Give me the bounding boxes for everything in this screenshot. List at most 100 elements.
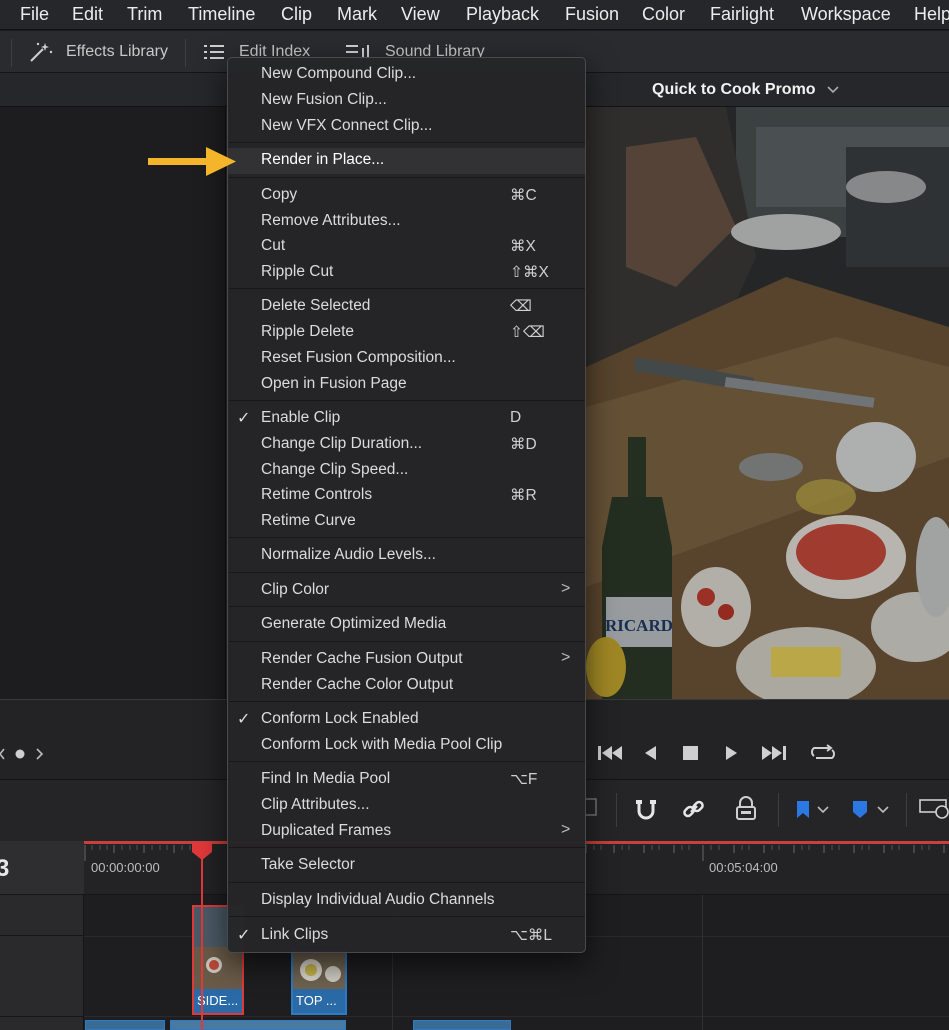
menu-fairlight[interactable]: Fairlight — [710, 4, 774, 25]
menu-item-label: Render Cache Color Output — [261, 676, 454, 693]
menu-item-ripple-delete[interactable]: Ripple Delete ⇧⌫ — [228, 320, 585, 346]
menu-separator — [229, 882, 585, 883]
menu-item-shortcut: ⇧⌘X — [510, 264, 549, 281]
menu-item-cut[interactable]: Cut ⌘X — [228, 234, 585, 260]
menu-item-render-in-place[interactable]: Render in Place... — [228, 148, 585, 174]
menu-item-conform-lock-with-media-pool-clip[interactable]: Conform Lock with Media Pool Clip — [228, 733, 585, 759]
menu-item-shortcut: ⌫ — [510, 298, 532, 315]
checkmark-icon: ✓ — [237, 927, 251, 944]
menu-separator — [229, 400, 585, 401]
menu-item-change-clip-duration[interactable]: Change Clip Duration... ⌘D — [228, 432, 585, 458]
menu-separator — [229, 142, 585, 143]
toolbar-divider — [906, 793, 907, 827]
timeline-selector[interactable]: Quick to Cook Promo — [652, 81, 840, 99]
menu-playback[interactable]: Playback — [466, 4, 539, 25]
menu-item-display-individual-audio-channels[interactable]: Display Individual Audio Channels — [228, 888, 585, 914]
jump-to-end-icon[interactable] — [760, 742, 788, 764]
menu-item-open-in-fusion-page[interactable]: Open in Fusion Page — [228, 372, 585, 398]
menu-item-render-cache-fusion-output[interactable]: Render Cache Fusion Output > — [228, 647, 585, 673]
menu-trim[interactable]: Trim — [127, 4, 162, 25]
menu-item-clip-attributes[interactable]: Clip Attributes... — [228, 793, 585, 819]
menu-separator — [229, 606, 585, 607]
menu-item-take-selector[interactable]: Take Selector — [228, 853, 585, 879]
menu-separator — [229, 572, 585, 573]
track-divider — [0, 935, 84, 936]
checkmark-icon: ✓ — [237, 410, 251, 427]
menu-file[interactable]: File — [20, 4, 49, 25]
menu-help[interactable]: Help — [914, 4, 949, 25]
menu-item-render-cache-color-output[interactable]: Render Cache Color Output — [228, 673, 585, 699]
menu-item-new-fusion-clip[interactable]: New Fusion Clip... — [228, 88, 585, 114]
zoom-icon[interactable] — [918, 796, 949, 822]
menu-clip[interactable]: Clip — [281, 4, 312, 25]
stop-icon[interactable] — [680, 742, 702, 764]
menu-item-new-compound-clip[interactable]: New Compound Clip... — [228, 62, 585, 88]
track-label: 3 — [0, 855, 10, 882]
menu-item-retime-curve[interactable]: Retime Curve — [228, 509, 585, 535]
menu-item-normalize-audio-levels[interactable]: Normalize Audio Levels... — [228, 543, 585, 569]
menu-item-label: Clip Attributes... — [261, 796, 370, 813]
timecode-mid: 00:05:04:00 — [709, 860, 778, 875]
toolbar-divider — [185, 39, 186, 67]
menu-item-shortcut: D — [510, 409, 522, 426]
viewer-frame[interactable]: RICARD — [586, 107, 949, 699]
menu-item-conform-lock-enabled[interactable]: ✓ Conform Lock Enabled — [228, 707, 585, 733]
menu-item-shortcut: ⌘X — [510, 238, 536, 255]
effects-library-button[interactable]: Effects Library — [28, 40, 168, 64]
menu-item-label: Open in Fusion Page — [261, 375, 407, 392]
menu-item-label: Ripple Cut — [261, 263, 334, 280]
menu-item-ripple-cut[interactable]: Ripple Cut ⇧⌘X — [228, 260, 585, 286]
menu-mark[interactable]: Mark — [337, 4, 377, 25]
marker-icon[interactable] — [850, 798, 896, 822]
menu-bar: File Edit Trim Timeline Clip Mark View P… — [0, 0, 949, 30]
menu-fusion[interactable]: Fusion — [565, 4, 619, 25]
video-frame-image: RICARD — [586, 107, 949, 699]
playhead-line[interactable] — [201, 851, 203, 1030]
toolbar-divider — [616, 793, 617, 827]
menu-view[interactable]: View — [401, 4, 440, 25]
magic-wand-icon — [30, 42, 53, 62]
menu-edit[interactable]: Edit — [72, 4, 103, 25]
menu-item-link-clips[interactable]: ✓ Link Clips ⌥⌘L — [228, 923, 585, 949]
timeline-clip-top[interactable]: TOP ... — [291, 950, 347, 1015]
timeline-clip[interactable] — [170, 1020, 346, 1030]
clip-navigation[interactable] — [0, 745, 48, 768]
position-lock-icon[interactable] — [732, 796, 760, 822]
menu-item-duplicated-frames[interactable]: Duplicated Frames > — [228, 819, 585, 845]
menu-item-change-clip-speed[interactable]: Change Clip Speed... — [228, 458, 585, 484]
submenu-arrow-icon: > — [561, 821, 571, 838]
toolbar-divider — [11, 39, 12, 67]
flag-marker-icon[interactable] — [794, 798, 836, 822]
menu-item-copy[interactable]: Copy ⌘C — [228, 183, 585, 209]
menu-color[interactable]: Color — [642, 4, 685, 25]
menu-item-retime-controls[interactable]: Retime Controls ⌘R — [228, 483, 585, 509]
play-icon[interactable] — [722, 742, 740, 764]
menu-item-label: Remove Attributes... — [261, 212, 401, 229]
menu-workspace[interactable]: Workspace — [801, 4, 891, 25]
timecode-start: 00:00:00:00 — [91, 860, 160, 875]
menu-item-generate-optimized-media[interactable]: Generate Optimized Media — [228, 612, 585, 638]
menu-item-new-vfx-connect-clip[interactable]: New VFX Connect Clip... — [228, 114, 585, 140]
menu-item-remove-attributes[interactable]: Remove Attributes... — [228, 209, 585, 235]
menu-item-label: Duplicated Frames — [261, 822, 392, 839]
timeline-clip[interactable] — [413, 1020, 511, 1030]
menu-timeline[interactable]: Timeline — [188, 4, 255, 25]
timecode-header: 3 — [0, 841, 84, 895]
loop-icon[interactable] — [808, 742, 838, 764]
menu-item-clip-color[interactable]: Clip Color > — [228, 578, 585, 604]
menu-item-reset-fusion-composition[interactable]: Reset Fusion Composition... — [228, 346, 585, 372]
menu-item-label: Display Individual Audio Channels — [261, 891, 495, 908]
jump-to-start-icon[interactable] — [596, 742, 624, 764]
snapping-icon[interactable] — [632, 797, 660, 823]
menu-item-find-in-media-pool[interactable]: Find In Media Pool ⌥F — [228, 767, 585, 793]
playhead-handle[interactable] — [192, 842, 212, 860]
menu-item-delete-selected[interactable]: Delete Selected ⌫ — [228, 294, 585, 320]
menu-item-label: Cut — [261, 237, 286, 254]
menu-item-enable-clip[interactable]: ✓ Enable Clip D — [228, 406, 585, 432]
linked-selection-icon[interactable] — [680, 797, 708, 823]
media-panel — [0, 107, 226, 699]
play-reverse-icon[interactable] — [642, 742, 660, 764]
menu-separator — [229, 288, 585, 289]
menu-item-label: Reset Fusion Composition... — [261, 349, 456, 366]
timeline-clip[interactable] — [85, 1020, 165, 1030]
